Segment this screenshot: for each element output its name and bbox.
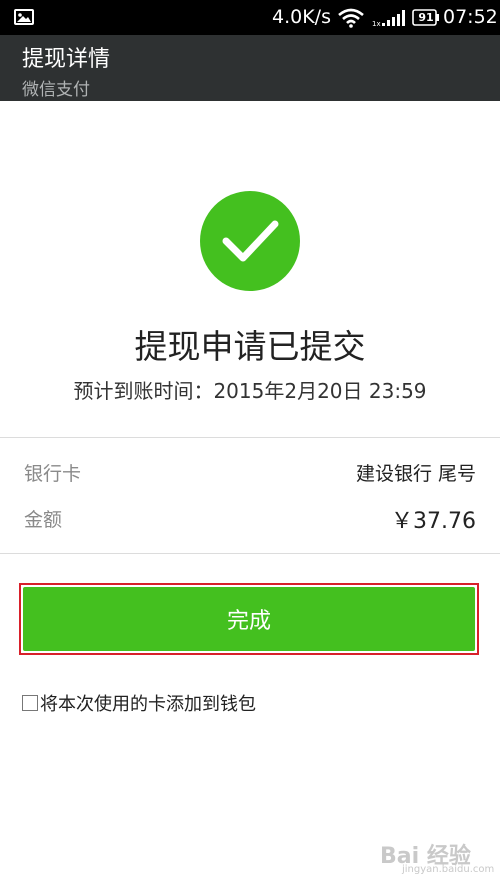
- svg-text:1x: 1x: [372, 20, 381, 27]
- battery-level: 91: [418, 11, 434, 24]
- status-bar: 4.0K/s 1x 91 07:52: [0, 0, 500, 35]
- result-title: 提现申请已提交: [134, 327, 366, 366]
- add-card-checkbox[interactable]: [22, 695, 38, 711]
- battery-icon: 91: [412, 9, 440, 26]
- add-card-to-wallet-option[interactable]: 将本次使用的卡添加到钱包: [22, 692, 256, 715]
- done-button[interactable]: 完成: [23, 587, 475, 651]
- baidu-watermark-url: jingyan.baidu.com: [402, 864, 495, 875]
- title-bar: 提现详情 微信支付: [0, 35, 500, 101]
- add-card-label: 将本次使用的卡添加到钱包: [40, 694, 256, 715]
- network-speed: 4.0K/s: [272, 6, 331, 28]
- success-check-icon: [200, 191, 300, 291]
- divider-bottom: [0, 553, 500, 554]
- divider-top: [0, 437, 500, 438]
- bank-card-label: 银行卡: [24, 463, 82, 485]
- status-clock: 07:52: [443, 6, 498, 28]
- bank-card-value: 建设银行 尾号: [355, 463, 476, 485]
- wifi-icon: [338, 8, 364, 28]
- amount-value: ￥37.76: [391, 509, 476, 534]
- arrival-time: 预计到账时间：2015年2月20日 23:59: [73, 379, 427, 403]
- done-button-highlight: 完成: [19, 583, 479, 655]
- gallery-notification-icon: [14, 9, 34, 25]
- page-title: 提现详情: [22, 47, 111, 72]
- page-subtitle: 微信支付: [22, 80, 90, 100]
- signal-strength-icon: 1x: [372, 10, 405, 27]
- amount-label: 金额: [24, 509, 63, 531]
